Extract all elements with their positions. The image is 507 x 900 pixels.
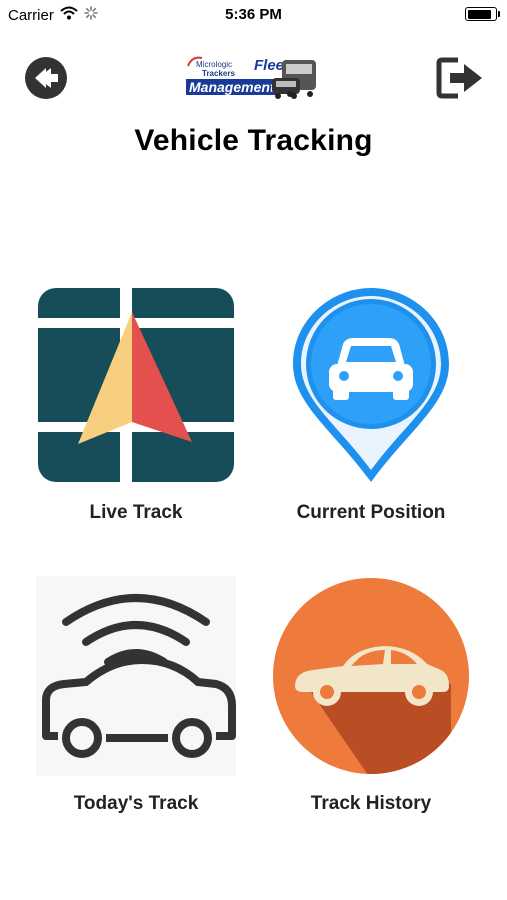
logout-button[interactable] [436, 56, 486, 100]
todays-track-tile[interactable]: Today's Track [16, 574, 256, 824]
logo-text-2: Trackers [202, 69, 235, 78]
logo-text-1: Micrologic [196, 60, 232, 69]
classic-car-icon [273, 578, 469, 774]
logout-icon [436, 57, 482, 99]
battery-icon [465, 7, 500, 21]
battery-fill [467, 9, 491, 19]
location-pin-car-icon [293, 288, 449, 482]
current-position-label: Current Position [296, 502, 446, 523]
live-track-tile[interactable]: Live Track [16, 282, 256, 532]
fleet-management-logo: Micrologic Trackers Fleet Management [182, 52, 324, 104]
back-arrow-icon [25, 57, 67, 99]
back-button[interactable] [24, 56, 68, 100]
logo-text-4: Management [189, 79, 276, 95]
navigation-arrow-icon [38, 288, 234, 482]
track-history-tile[interactable]: Track History [251, 574, 491, 824]
page-title: Vehicle Tracking [134, 124, 373, 157]
status-bar: Carrier 5:36 PM [0, 0, 507, 30]
current-position-tile[interactable]: Current Position [251, 282, 491, 532]
connected-car-icon [36, 576, 236, 776]
todays-track-label: Today's Track [73, 793, 199, 814]
live-track-label: Live Track [89, 502, 183, 523]
status-time: 5:36 PM [225, 6, 282, 23]
track-history-label: Track History [310, 793, 432, 814]
